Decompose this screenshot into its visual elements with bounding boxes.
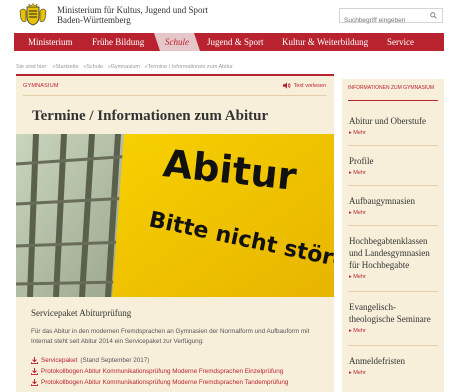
nav-item-fruehe-bildung[interactable]: Frühe Bildung — [92, 33, 144, 51]
mehr-link[interactable]: ▸ Mehr — [349, 130, 441, 136]
nav-item-schule[interactable]: Schule — [154, 33, 200, 51]
download-link-servicepaket[interactable]: Servicepaket — [41, 357, 77, 364]
sidebar-item-abitur-oberstufe[interactable]: Abitur und Oberstufe ▸ Mehr — [349, 115, 441, 136]
download-item: Protokollbogen Abitur Kommunikationsprüf… — [31, 368, 283, 375]
sidebar-heading: INFORMATIONEN ZUM GYMNASIUM — [348, 85, 435, 91]
download-item: Servicepaket (Stand September 2017) — [31, 357, 149, 364]
breadcrumb-item-current: »Termine / Informationen zum Abitur — [144, 64, 233, 70]
hero-image: Abitur Bitte nicht stören — [16, 134, 334, 297]
mehr-link[interactable]: ▸ Mehr — [349, 274, 441, 280]
download-icon — [31, 368, 38, 375]
sidebar-item-title[interactable]: Abitur und Oberstufe — [349, 115, 441, 127]
section-label: GYMNASIUM — [23, 83, 59, 89]
sidebar-divider — [348, 225, 438, 226]
main-content: GYMNASIUM Text vorlesen Termine / Inform… — [16, 74, 334, 392]
download-item: Protokollbogen Abitur Kommunikationsprüf… — [31, 379, 288, 386]
top-accent-line — [16, 74, 334, 76]
mehr-link[interactable]: ▸ Mehr — [349, 210, 441, 216]
nav-item-jugend-sport[interactable]: Jugend & Sport — [207, 33, 264, 51]
mehr-link[interactable]: ▸ Mehr — [349, 370, 441, 376]
sidebar-item-anmeldefristen[interactable]: Anmeldefristen ▸ Mehr — [349, 355, 441, 376]
state-crest-logo[interactable] — [18, 3, 48, 27]
sidebar: INFORMATIONEN ZUM GYMNASIUM Abitur und O… — [342, 79, 444, 392]
read-aloud-label: Text vorlesen — [293, 82, 326, 89]
search-input[interactable] — [340, 14, 426, 27]
abitur-sign-photo: Abitur Bitte nicht stören — [16, 134, 334, 297]
download-icon — [31, 379, 38, 386]
main-navigation: Ministerium Frühe Bildung Schule Jugend … — [14, 33, 444, 51]
sidebar-divider — [348, 345, 438, 346]
mehr-link[interactable]: ▸ Mehr — [349, 328, 441, 334]
sidebar-item-seminare[interactable]: Evangelisch-theologische Seminare ▸ Mehr — [349, 301, 441, 334]
download-note: (Stand September 2017) — [80, 357, 150, 364]
breadcrumb-item-startseite[interactable]: »Startseite — [52, 64, 78, 70]
servicepaket-heading: Servicepaket Abiturprüfung — [31, 308, 132, 318]
sidebar-divider — [348, 145, 438, 146]
servicepaket-paragraph: Für das Abitur in den modernen Fremdspra… — [31, 328, 310, 345]
sidebar-item-title[interactable]: Evangelisch-theologische Seminare — [349, 301, 441, 325]
ministry-name-line1: Ministerium für Kultus, Jugend und Sport — [57, 5, 208, 15]
sidebar-item-title[interactable]: Profile — [349, 155, 441, 167]
sidebar-item-title[interactable]: Anmeldefristen — [349, 355, 441, 367]
sidebar-divider — [348, 291, 438, 292]
sidebar-divider — [348, 185, 438, 186]
search-box — [339, 8, 443, 27]
page-title: Termine / Informationen zum Abitur — [32, 108, 269, 124]
download-link-tandempruefung[interactable]: Protokollbogen Abitur Kommunikationsprüf… — [41, 379, 288, 386]
read-aloud-button[interactable]: Text vorlesen — [282, 82, 326, 89]
nav-item-service[interactable]: Service — [387, 33, 414, 51]
download-icon — [31, 357, 38, 364]
ministry-name[interactable]: Ministerium für Kultus, Jugend und Sport… — [57, 5, 208, 25]
breadcrumb-item-gymnasium[interactable]: »Gymnasium — [108, 64, 140, 70]
divider — [23, 95, 327, 96]
sidebar-item-profile[interactable]: Profile ▸ Mehr — [349, 155, 441, 176]
nav-item-kultur-weiterbildung[interactable]: Kultur & Weiterbildung — [282, 33, 368, 51]
download-link-einzelpruefung[interactable]: Protokollbogen Abitur Kommunikationsprüf… — [41, 368, 283, 375]
mehr-link[interactable]: ▸ Mehr — [349, 170, 441, 176]
sidebar-item-hochbegabte[interactable]: Hochbegabtenklassen und Landesgymnasien … — [349, 235, 441, 280]
breadcrumb-item-schule[interactable]: »Schule — [83, 64, 103, 70]
ministry-name-line2: Baden-Württemberg — [57, 15, 131, 25]
speaker-icon — [282, 82, 291, 89]
magnifier-icon[interactable] — [430, 12, 437, 19]
sidebar-item-title[interactable]: Aufbaugymnasien — [349, 195, 441, 207]
sidebar-heading-rule — [348, 100, 438, 101]
breadcrumb: Sie sind hier: »Startseite »Schule »Gymn… — [16, 64, 236, 70]
breadcrumb-prefix: Sie sind hier: — [16, 64, 48, 70]
site-header: Ministerium für Kultus, Jugend und Sport… — [0, 0, 450, 32]
sidebar-item-aufbaugymnasien[interactable]: Aufbaugymnasien ▸ Mehr — [349, 195, 441, 216]
sidebar-item-title[interactable]: Hochbegabtenklassen und Landesgymnasien … — [349, 235, 441, 271]
nav-item-ministerium[interactable]: Ministerium — [28, 33, 73, 51]
